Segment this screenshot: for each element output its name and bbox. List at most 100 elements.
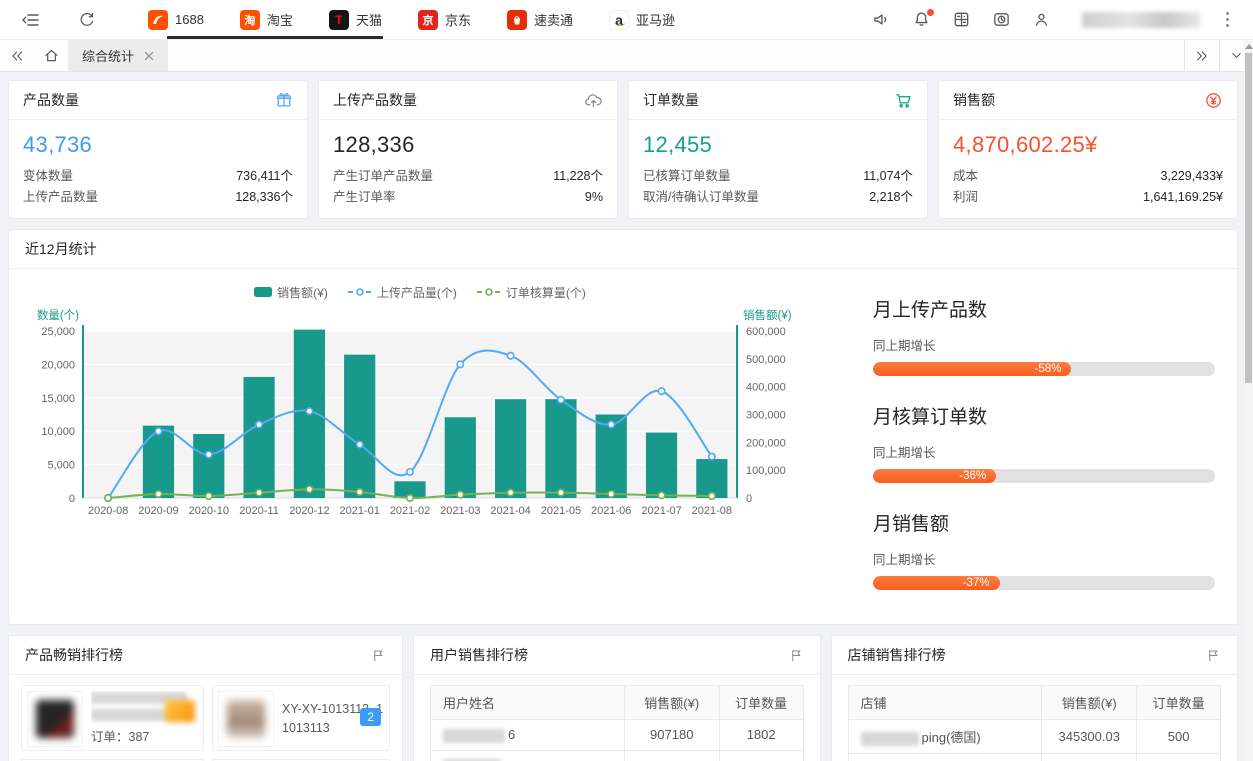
growth-subtitle: 同上期增长 <box>873 335 1215 354</box>
table-row: 735078.351220 <box>431 750 804 761</box>
table-row: 69071801802 <box>431 720 804 751</box>
chart-legend[interactable]: 销售额(¥) 上传产品量(个) 订单核算量(个) <box>15 281 825 303</box>
marketplace-amazon[interactable]: a 亚马逊 <box>591 0 693 40</box>
redacted-badge <box>165 700 195 722</box>
scrollbar-thumb[interactable] <box>1245 53 1252 383</box>
table-row: ping(德国)345300.03500 <box>848 720 1221 754</box>
marketplace-nav: 1688 淘 淘宝 T 天猫 京 京东 速卖通 a 亚马逊 <box>130 0 693 40</box>
flag-icon <box>1206 648 1221 663</box>
marketplace-label: 1688 <box>175 12 204 27</box>
amazon-icon: a <box>609 10 629 30</box>
marketplace-aliexpress[interactable]: 速卖通 <box>489 0 591 40</box>
marketplace-label: 京东 <box>445 10 471 29</box>
svg-text:0: 0 <box>69 493 75 505</box>
service-clock-icon[interactable] <box>984 0 1018 40</box>
shop-sales-ranking-card: 店铺销售排行榜 店铺 销售额(¥) 订单数量 ping(德国)345300.03… <box>831 635 1239 761</box>
growth-progress-fill: -58% <box>873 362 1071 376</box>
row-value: 11,074个 <box>863 166 913 187</box>
announcement-icon[interactable] <box>864 0 898 40</box>
svg-text:2021-07: 2021-07 <box>641 505 681 517</box>
card-sales-amount: 销售额 4,870,602.25¥ 成本3,229,433¥ 利润1,641,1… <box>938 80 1238 219</box>
svg-text:200,000: 200,000 <box>746 437 786 449</box>
redacted-text <box>91 709 169 721</box>
marketplace-1688[interactable]: 1688 <box>130 0 222 40</box>
orders-cell: 1802 <box>719 720 803 751</box>
growth-progress-fill: -36% <box>873 469 996 483</box>
row-label: 变体数量 <box>23 166 73 187</box>
contacts-icon[interactable] <box>1024 0 1058 40</box>
expand-right-icon[interactable] <box>1185 40 1219 71</box>
growth-progress-track: -58% <box>873 362 1215 376</box>
card-uploaded-products: 上传产品数量 128,336 产生订单产品数量11,228个 产生订单率9% <box>318 80 618 219</box>
calculator-icon[interactable] <box>944 0 978 40</box>
name-cell: 6 <box>431 720 625 751</box>
growth-progress-fill: -37% <box>873 576 1000 590</box>
svg-text:2020-09: 2020-09 <box>138 505 178 517</box>
sales-cell: 907180 <box>624 720 719 751</box>
orders-cell: 500 <box>1137 720 1221 754</box>
name-cell <box>431 750 625 761</box>
svg-text:20,000: 20,000 <box>41 359 75 371</box>
sales-cell: 735078.35 <box>624 750 719 761</box>
tabstrip-spacer <box>168 40 1184 71</box>
growth-title: 月核算订单数 <box>873 402 1215 429</box>
card-value: 4,870,602.25¥ <box>953 132 1223 158</box>
svg-text:2021-02: 2021-02 <box>390 505 430 517</box>
product-image <box>218 691 274 747</box>
svg-text:2020-08: 2020-08 <box>88 505 128 517</box>
refresh-icon[interactable] <box>70 0 104 40</box>
product-item[interactable]: XY-XY-1013113_110131132 <box>212 685 390 751</box>
row-label: 成本 <box>953 166 978 187</box>
top-bar: 1688 淘 淘宝 T 天猫 京 京东 速卖通 a 亚马逊 <box>0 0 1253 40</box>
card-title: 用户销售排行榜 <box>430 645 528 665</box>
svg-text:0: 0 <box>746 493 752 505</box>
tab-close-icon[interactable] <box>144 51 154 61</box>
product-item[interactable]: 订单：387 <box>21 685 204 751</box>
row-value: 3,229,433¥ <box>1160 166 1223 187</box>
svg-text:10,000: 10,000 <box>41 426 75 438</box>
legend-item[interactable]: 上传产品量(个) <box>348 284 457 301</box>
legend-item[interactable]: 订单核算量(个) <box>477 284 586 301</box>
svg-text:400,000: 400,000 <box>746 382 786 394</box>
collapse-left-icon[interactable] <box>0 40 34 71</box>
row-label: 利润 <box>953 187 978 208</box>
gift-icon <box>275 91 293 109</box>
column-header: 销售额(¥) <box>624 686 719 720</box>
flag-icon <box>371 648 386 663</box>
user-account-redacted[interactable] <box>1082 12 1200 28</box>
svg-text:25,000: 25,000 <box>41 326 75 338</box>
menu-fold-icon[interactable] <box>14 0 48 40</box>
card-title: 销售额 <box>953 90 995 110</box>
tab-comprehensive-statistics[interactable]: 综合统计 <box>68 40 168 71</box>
tab-label: 综合统计 <box>82 46 134 65</box>
home-icon[interactable] <box>34 40 68 71</box>
1688-icon <box>148 10 168 30</box>
row-label: 取消/待确认订单数量 <box>643 187 759 208</box>
growth-subtitle: 同上期增长 <box>873 442 1215 461</box>
card-value: 43,736 <box>23 132 293 158</box>
count-badge: 2 <box>360 708 381 726</box>
marketplace-taobao[interactable]: 淘 淘宝 <box>222 0 311 40</box>
more-menu-icon[interactable] <box>1216 6 1239 33</box>
marketplace-tmall[interactable]: T 天猫 <box>311 0 400 40</box>
column-header: 销售额(¥) <box>1042 686 1137 720</box>
growth-progress-track: -37% <box>873 576 1215 590</box>
svg-text:2021-04: 2021-04 <box>490 505 530 517</box>
marketplace-jd[interactable]: 京 京东 <box>400 0 489 40</box>
user-sales-ranking-card: 用户销售排行榜 用户姓名 销售额(¥) 订单数量 690718018027350… <box>413 635 821 761</box>
marketplace-label: 亚马逊 <box>636 10 675 29</box>
row-label: 上传产品数量 <box>23 187 98 208</box>
card-order-count: 订单数量 12,455 已核算订单数量11,074个 取消/待确认订单数量2,2… <box>628 80 928 219</box>
scroll-up-arrow[interactable] <box>1245 44 1253 49</box>
active-section-indicator <box>167 36 383 39</box>
card-title: 订单数量 <box>643 90 699 110</box>
orders-cell: 435 <box>1137 754 1221 761</box>
svg-text:数量(个): 数量(个) <box>37 308 79 322</box>
notification-dot <box>927 9 934 16</box>
taobao-icon: 淘 <box>240 10 260 30</box>
legend-item[interactable]: 销售额(¥) <box>254 284 328 301</box>
sales-cell: 345300.03 <box>1042 720 1137 754</box>
column-header: 订单数量 <box>1137 686 1221 720</box>
notification-bell-icon[interactable] <box>904 0 938 40</box>
svg-text:销售额(¥): 销售额(¥) <box>743 308 792 322</box>
